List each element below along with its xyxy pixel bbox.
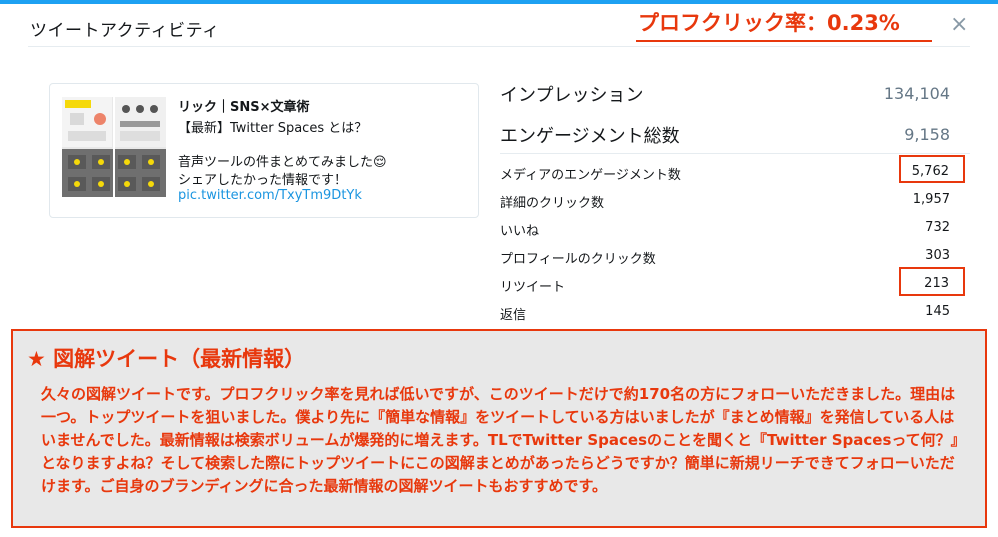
image-icon[interactable] [62, 97, 166, 197]
profile-click-rate-note: プロフクリック率：0.23% [638, 11, 900, 35]
metric-value: 1,957 [912, 192, 950, 207]
metric-label: メディアのエンゲージメント数 [500, 168, 681, 183]
metric-label: 返信 [500, 308, 527, 323]
tweet-media-link[interactable]: pic.twitter.com/TxyTm9DtYk [178, 188, 362, 203]
tweet-author: リック｜SNS×文章術 [178, 100, 310, 115]
annotation-title: ★ 図解ツイート（最新情報） [27, 347, 306, 371]
metric-label: インプレッション [500, 85, 644, 106]
tweet-card[interactable]: リック｜SNS×文章術 【最新】Twitter Spaces とは？ 音声ツール… [49, 83, 479, 218]
metric-label: いいね [500, 224, 540, 239]
tweet-text-line: 【最新】Twitter Spaces とは？ [178, 121, 368, 136]
metric-label: エンゲージメント総数 [500, 126, 680, 147]
modal-title: ツイートアクティビティ [30, 21, 220, 41]
note-underline [636, 40, 932, 42]
metric-value: 145 [925, 304, 950, 319]
metric-label: プロフィールのクリック数 [500, 252, 656, 267]
highlight-box-media-engagements [899, 155, 965, 183]
highlight-box-retweets [899, 267, 965, 296]
top-accent-bar [0, 0, 998, 4]
tweet-text-line: 音声ツールの件まとめてみました😌 [178, 155, 387, 170]
metric-label: リツイート [500, 280, 566, 295]
tweet-text-line: シェアしたかった情報です！ [178, 173, 348, 188]
metric-value: 732 [925, 220, 950, 235]
close-button[interactable]: × [950, 12, 968, 38]
metric-value: 9,158 [904, 125, 950, 144]
metric-label: 詳細のクリック数 [500, 196, 605, 211]
metric-value: 303 [925, 248, 950, 263]
thumbnail-graphic [62, 97, 166, 197]
metric-value: 134,104 [883, 84, 950, 103]
annotation-box: ★ 図解ツイート（最新情報） 久々の図解ツイートです。プロフクリック率を見れば低… [11, 329, 987, 528]
annotation-body: 久々の図解ツイートです。プロフクリック率を見れば低いですが、このツイートだけで約… [41, 385, 966, 495]
header-divider [28, 46, 970, 47]
metrics-divider [500, 153, 970, 154]
